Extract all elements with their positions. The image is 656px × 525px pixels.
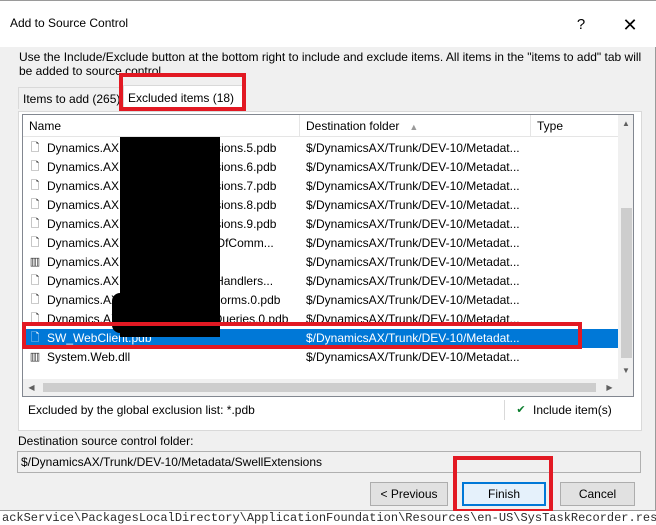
column-header-type[interactable]: Type (531, 115, 619, 137)
table-row[interactable]: ▥ Dynamics.AX.Application.dll $/DynamicsAX… (23, 253, 619, 272)
table-row[interactable]: ▥ System.Web.dll $/DynamicsAX/Trunk/DEV-10… (23, 348, 619, 367)
cancel-button[interactable]: Cancel (560, 482, 635, 506)
row-destination: $/DynamicsAX/Trunk/DEV-10/Metadat... (306, 179, 520, 193)
table-row[interactable]: 🗋 Dynamics.AX.SwellExtensions.Forms.0.pdb… (23, 291, 619, 310)
row-name: Dynamics.AX.Application.Extensions.7.pdb (47, 179, 277, 193)
row-destination: $/DynamicsAX/Trunk/DEV-10/Metadat... (306, 236, 520, 250)
scroll-right-icon[interactable]: ▶ (601, 379, 618, 396)
table-row[interactable]: 🗋 Dynamics.AX.Application.ChainOfComm... $… (23, 234, 619, 253)
column-header-name-label: Name (29, 119, 62, 133)
row-name: Dynamics.AX.Application.Extensions.9.pdb (47, 217, 277, 231)
document-lock-icon: 🗋 (30, 161, 40, 173)
row-destination: $/DynamicsAX/Trunk/DEV-10/Metadat... (306, 274, 520, 288)
excluded-items-list: Name Destination folder ▲ Type 🗋 Dynamics.… (22, 114, 634, 397)
help-icon[interactable]: ? (567, 11, 595, 39)
column-header-destination[interactable]: Destination folder ▲ (300, 115, 531, 137)
list-header: Name Destination folder ▲ Type (23, 115, 619, 137)
row-name: Dynamics.AX.Application.Extensions.6.pdb (47, 160, 277, 174)
table-row-selected[interactable]: 🗋 SW_WebClient.pdb $/DynamicsAX/Trunk/DEV-… (23, 329, 619, 348)
column-header-type-label: Type (537, 119, 564, 133)
tab-items-to-add[interactable]: Items to add (265) (18, 87, 122, 109)
title-bar: Add to Source Control ? ✕ (0, 1, 656, 47)
close-icon[interactable]: ✕ (616, 11, 644, 39)
include-items-button[interactable]: ✔ Include item(s) (504, 400, 634, 420)
table-row[interactable]: 🗋 Dynamics.AX.Application.Extensions.6.pd… (23, 158, 619, 177)
list-rows: 🗋 Dynamics.AX.Application.Extensions.5.pd… (23, 139, 619, 367)
include-items-label: Include item(s) (533, 403, 612, 417)
document-lock-icon: 🗋 (30, 218, 40, 230)
exclusion-reason-text: Excluded by the global exclusion list: *… (28, 403, 255, 417)
row-name: SW_WebClient.pdb (47, 331, 152, 345)
finish-button[interactable]: Finish (462, 482, 546, 506)
row-destination: $/DynamicsAX/Trunk/DEV-10/Metadat... (306, 293, 520, 307)
scroll-down-icon[interactable]: ▼ (618, 362, 633, 379)
scroll-left-icon[interactable]: ◀ (23, 379, 40, 396)
table-row[interactable]: 🗋 Dynamics.AX.Application.Extensions.7.pd… (23, 177, 619, 196)
previous-button[interactable]: < Previous (370, 482, 448, 506)
document-lock-icon: 🗋 (30, 332, 40, 344)
document-lock-icon: 🗋 (30, 275, 40, 287)
sort-ascending-icon: ▲ (409, 122, 419, 132)
background-window-text: ackService\PackagesLocalDirectory\Applic… (0, 511, 656, 525)
row-name: System.Web.dll (47, 350, 131, 364)
row-destination: $/DynamicsAX/Trunk/DEV-10/Metadat... (306, 198, 520, 212)
row-destination: $/DynamicsAX/Trunk/DEV-10/Metadat... (306, 217, 520, 231)
row-destination: $/DynamicsAX/Trunk/DEV-10/Metadat... (306, 312, 520, 326)
row-destination: $/DynamicsAX/Trunk/DEV-10/Metadat... (306, 350, 520, 364)
destination-folder-label: Destination source control folder: (18, 434, 194, 448)
row-destination: $/DynamicsAX/Trunk/DEV-10/Metadat... (306, 255, 520, 269)
table-row[interactable]: 🗋 Dynamics.AX.Application.Extensions.5.pd… (23, 139, 619, 158)
dialog-title: Add to Source Control (10, 16, 129, 30)
row-name: Dynamics.AX.Application.Extensions.5.pdb (47, 141, 277, 155)
vertical-scrollbar[interactable]: ▲ ▼ (618, 115, 633, 379)
document-lock-icon: 🗋 (30, 237, 40, 249)
row-destination: $/DynamicsAX/Trunk/DEV-10/Metadat... (306, 160, 520, 174)
scroll-up-icon[interactable]: ▲ (618, 115, 633, 132)
row-name: Dynamics.AX.Application.dll (47, 255, 197, 269)
document-lock-icon: 🗋 (30, 313, 40, 325)
assembly-icon: ▥ (29, 256, 41, 268)
row-name: Dynamics.AX.Application.Extensions.8.pdb (47, 198, 277, 212)
row-name: Dynamics.AX.Application.ChainOfComm... (47, 236, 274, 250)
document-lock-icon: 🗋 (30, 199, 40, 211)
document-lock-icon: 🗋 (30, 294, 40, 306)
destination-folder-field: $/DynamicsAX/Trunk/DEV-10/Metadata/Swell… (17, 451, 641, 473)
document-lock-icon: 🗋 (30, 180, 40, 192)
add-to-source-control-dialog: Add to Source Control ? ✕ Use the Includ… (0, 0, 656, 513)
column-header-name[interactable]: Name (23, 115, 300, 137)
assembly-icon: ▥ (29, 351, 41, 363)
horizontal-scroll-thumb[interactable] (43, 383, 596, 392)
instructions-text: Use the Include/Exclude button at the bo… (19, 50, 642, 76)
row-destination: $/DynamicsAX/Trunk/DEV-10/Metadat... (306, 331, 520, 345)
include-check-icon: ✔ (516, 404, 526, 416)
table-row[interactable]: 🗋 Dynamics.AX.Application.Extensions.9.pd… (23, 215, 619, 234)
tab-excluded-items[interactable]: Excluded items (18) (123, 85, 243, 112)
column-header-destination-label: Destination folder (306, 119, 400, 133)
document-lock-icon: 🗋 (30, 142, 40, 154)
table-row[interactable]: 🗋 Dynamics.AX.Application.EventHandlers..… (23, 272, 619, 291)
row-name: Dynamics.AX.SwellExtensions.Queries.0.pd… (47, 312, 289, 326)
table-row[interactable]: 🗋 Dynamics.AX.Application.Extensions.8.pd… (23, 196, 619, 215)
row-name: Dynamics.AX.SwellExtensions.Forms.0.pdb (47, 293, 281, 307)
vertical-scroll-thumb[interactable] (621, 208, 632, 358)
horizontal-scrollbar[interactable]: ◀ ▶ (23, 379, 633, 396)
table-row[interactable]: 🗋 Dynamics.AX.SwellExtensions.Queries.0.p… (23, 310, 619, 329)
row-name: Dynamics.AX.Application.EventHandlers... (47, 274, 274, 288)
row-destination: $/DynamicsAX/Trunk/DEV-10/Metadat... (306, 141, 520, 155)
